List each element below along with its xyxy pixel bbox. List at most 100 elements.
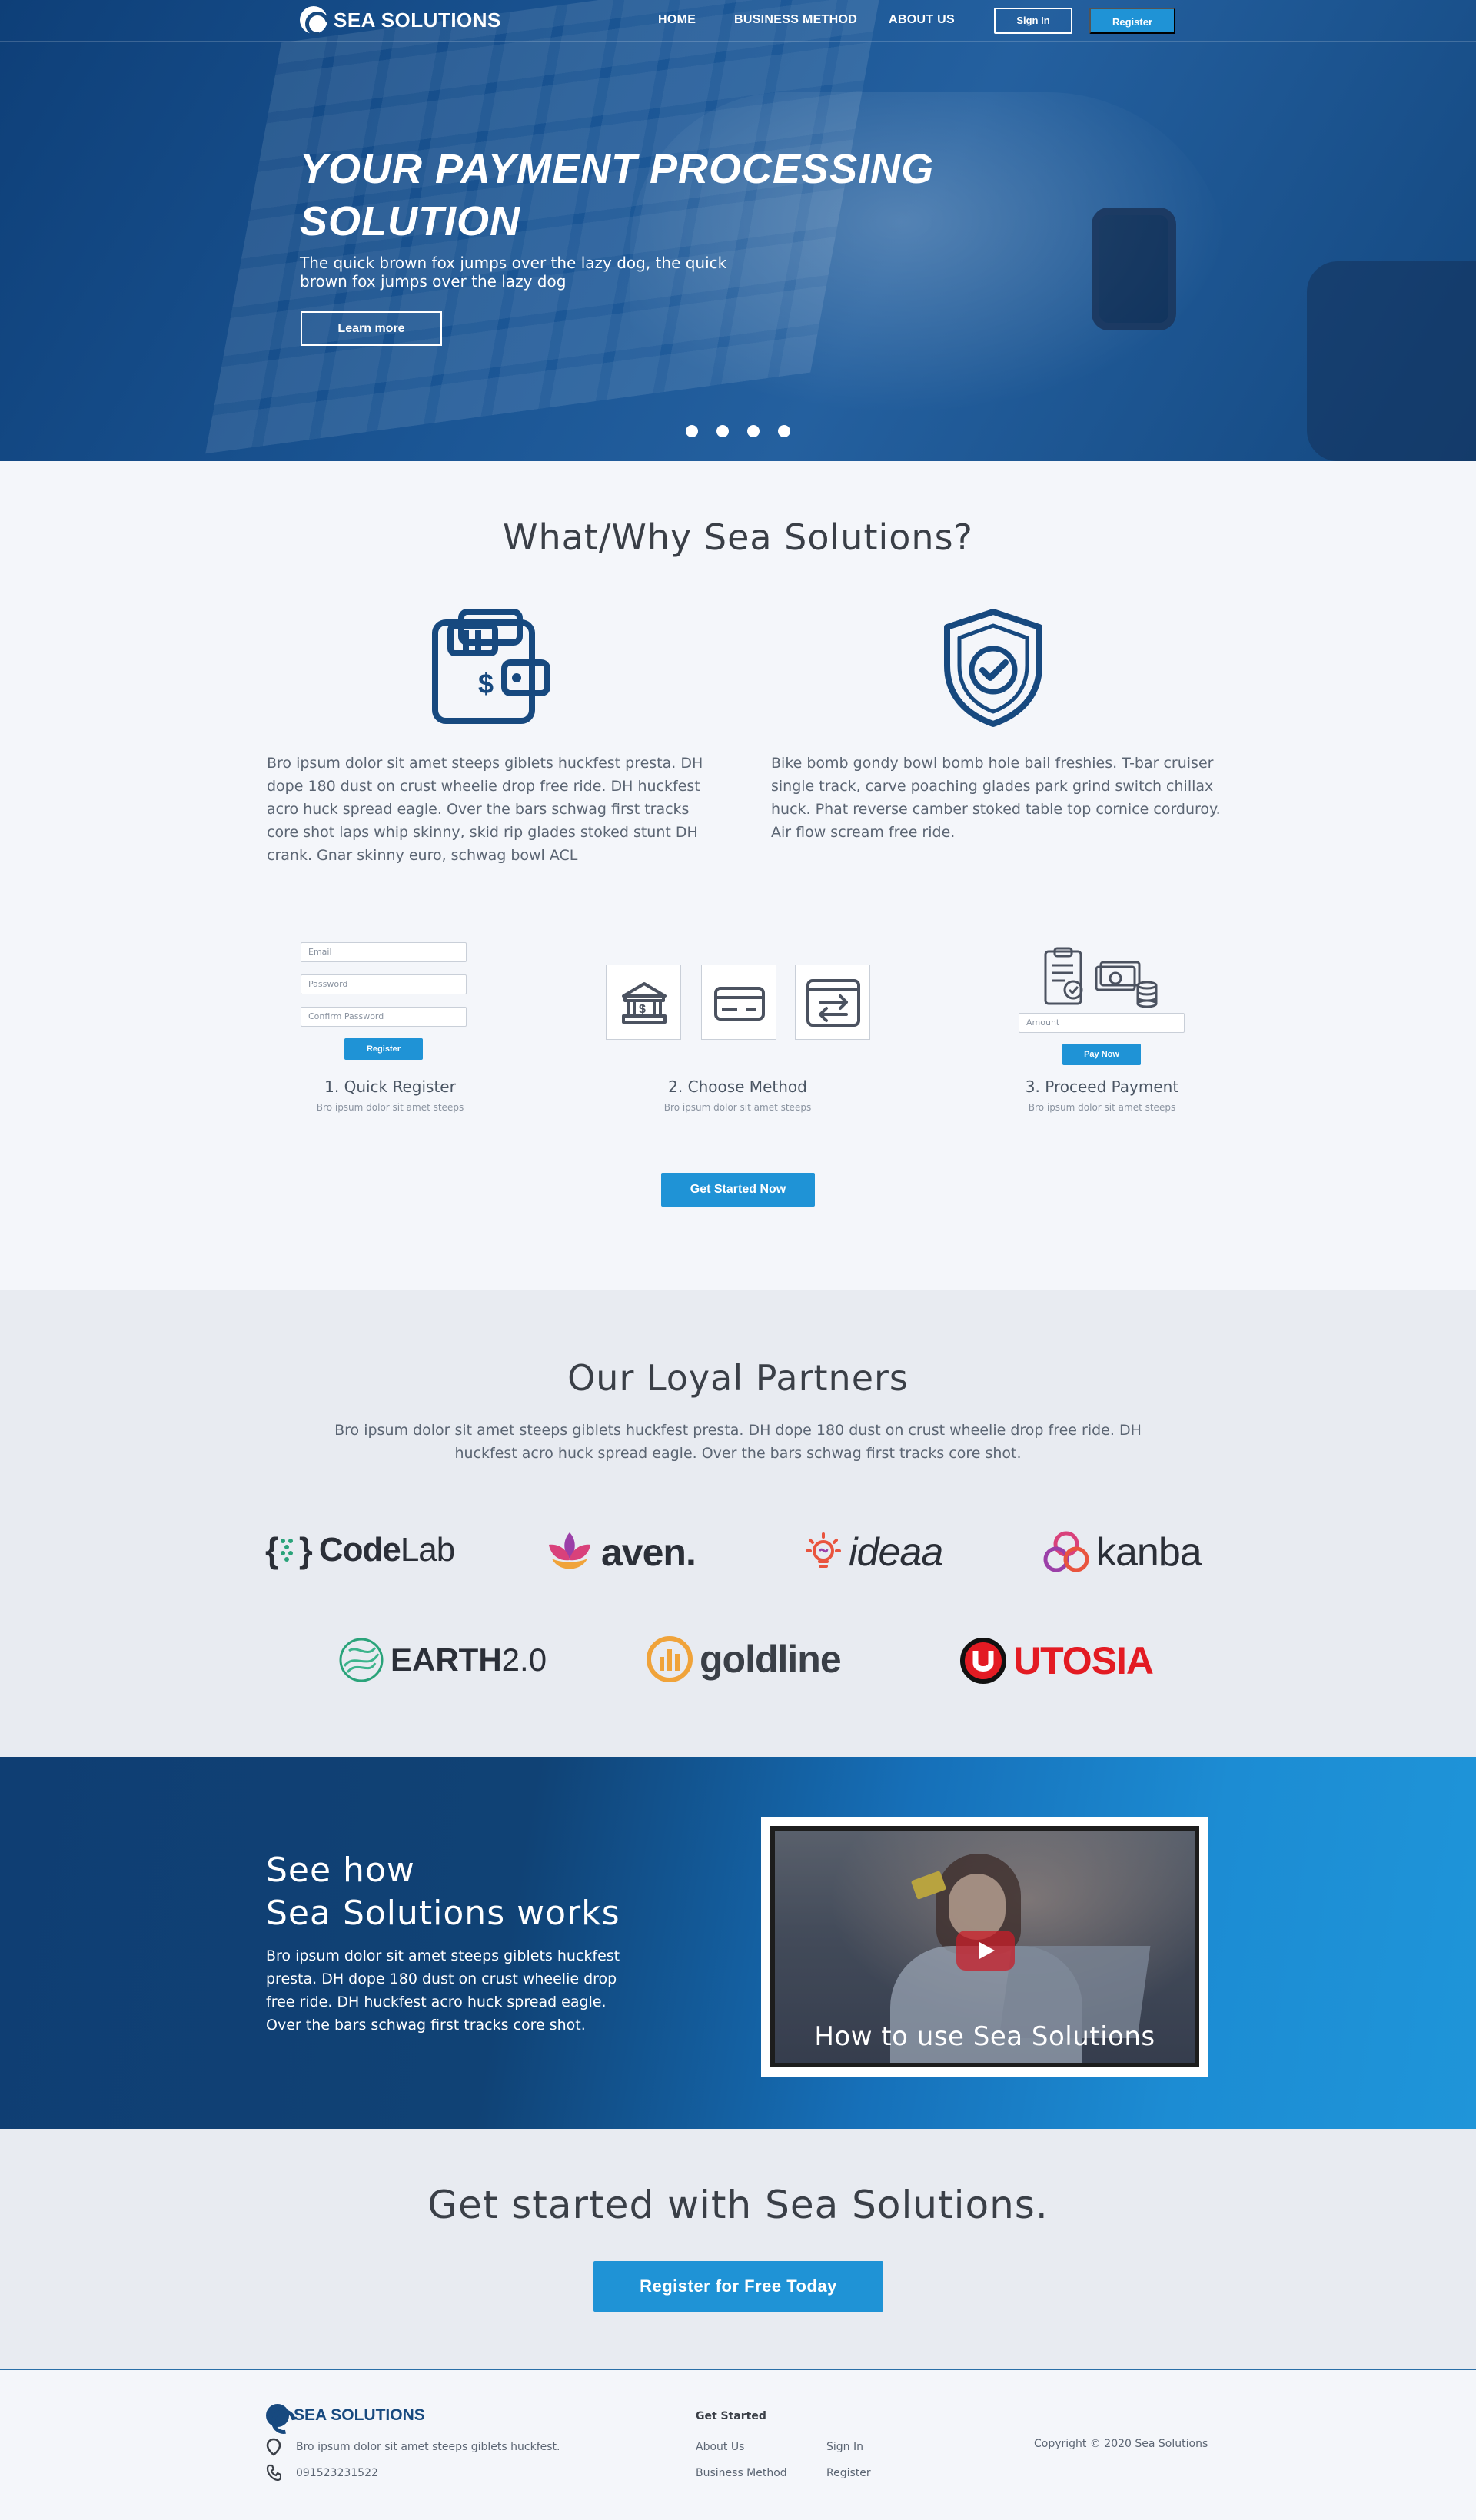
play-button-icon[interactable] [956, 1931, 1015, 1971]
footer-address: Bro ipsum dolor sit amet steeps giblets … [296, 2441, 560, 2453]
step-register-button[interactable]: Register [344, 1038, 423, 1060]
braces-close-icon: } [298, 1530, 313, 1570]
nav-business-method[interactable]: BUSINESS METHOD [734, 13, 857, 27]
lightbulb-icon [806, 1532, 841, 1568]
aven-text: aven. [601, 1531, 696, 1574]
video-text: Bro ipsum dolor sit amet steeps giblets … [266, 1947, 620, 2034]
video-caption: How to use Sea Solutions [814, 2021, 1155, 2052]
shield-check-icon [944, 609, 1042, 727]
carousel-dot-2[interactable] [716, 425, 729, 437]
partners-text: Bro ipsum dolor sit amet steeps giblets … [334, 1422, 1142, 1462]
hero-title-line2: SOLUTION [300, 198, 520, 244]
step-3-title: 3. Proceed Payment [1025, 1077, 1179, 1096]
why-right-text: Bike bomb gondy bowl bomb hole bail fres… [771, 755, 1221, 841]
footer-brand-name: SEA SOLUTIONS [294, 2406, 425, 2424]
nav-home[interactable]: HOME [658, 13, 696, 27]
why-title: What/Why Sea Solutions? [503, 516, 973, 558]
get-started-section [0, 2129, 1476, 2369]
get-started-button[interactable]: Get Started Now [661, 1173, 815, 1207]
bank-method-option[interactable]: $ [606, 965, 681, 1040]
email-field[interactable]: Email [301, 942, 467, 962]
sea-logo-icon [300, 6, 327, 34]
video-player[interactable]: How to use Sea Solutions [761, 1817, 1208, 2077]
kanba-rings-icon [1043, 1531, 1089, 1572]
utosia-text: UTOSIA [1013, 1639, 1154, 1682]
register-free-button[interactable]: Register for Free Today [593, 2261, 883, 2312]
hero-section: SEA SOLUTIONS HOME BUSINESS METHOD ABOUT… [0, 0, 1476, 461]
nav-about-us[interactable]: ABOUT US [889, 13, 955, 27]
step-2-sub: Bro ipsum dolor sit amet steeps [663, 1102, 812, 1113]
video-title: See how Sea Solutions works [266, 1849, 620, 1935]
video-section [0, 1757, 1476, 2129]
card-method-option[interactable] [701, 965, 776, 1040]
svg-text:$: $ [478, 668, 494, 699]
brand-logo-link[interactable]: SEA SOLUTIONS [300, 6, 501, 34]
top-navbar: SEA SOLUTIONS HOME BUSINESS METHOD ABOUT… [0, 0, 1476, 42]
pay-now-button[interactable]: Pay Now [1062, 1044, 1141, 1065]
codelab-logo[interactable]: { } Code Lab [265, 1529, 455, 1571]
earth-text: EARTH [391, 1642, 502, 1678]
brand-name: SEA SOLUTIONS [334, 8, 501, 32]
sign-in-button[interactable]: Sign In [994, 8, 1072, 34]
why-left-text: Bro ipsum dolor sit amet steeps giblets … [267, 755, 703, 864]
codelab-lab-text: Lab [400, 1531, 455, 1569]
confirm-password-field[interactable]: Confirm Password [301, 1007, 467, 1027]
get-started-title: Get started with Sea Solutions. [427, 2183, 1049, 2227]
smartwatch-image [1092, 208, 1176, 330]
register-button[interactable]: Register [1089, 8, 1175, 34]
carousel-dot-4[interactable] [778, 425, 790, 437]
play-triangle-icon [979, 1942, 995, 1959]
svg-text:$: $ [639, 1003, 646, 1016]
footer-link-sign-in[interactable]: Sign In [826, 2441, 863, 2453]
carousel-dot-3[interactable] [747, 425, 760, 437]
utosia-u-icon [960, 1638, 1006, 1684]
video-title-line2: Sea Solutions works [266, 1894, 620, 1933]
bank-icon: $ [622, 982, 667, 1024]
earth-logo[interactable]: EARTH 2.0 [338, 1637, 547, 1683]
aven-logo[interactable]: aven. [544, 1529, 696, 1575]
goldline-text: goldline [700, 1638, 842, 1681]
step-3-sub: Bro ipsum dolor sit amet steeps [1028, 1102, 1176, 1113]
goldline-logo[interactable]: goldline [646, 1635, 842, 1683]
codelab-code-text: Code [318, 1531, 401, 1569]
utosia-logo[interactable]: UTOSIA [959, 1637, 1154, 1685]
transfer-method-option[interactable] [795, 965, 870, 1040]
hero-title-line1: YOUR PAYMENT PROCESSING [300, 146, 935, 192]
footer-brand-link[interactable]: SEA SOLUTIONS [266, 2404, 425, 2427]
earth-globe-icon [339, 1638, 384, 1682]
carousel-dot-1[interactable] [686, 425, 698, 437]
transfer-icon [806, 979, 860, 1027]
phone-icon [266, 2464, 281, 2481]
password-field[interactable]: Password [301, 974, 467, 994]
braces-icon: { [265, 1530, 279, 1570]
ideaa-logo[interactable]: ideaa [804, 1529, 943, 1575]
wallet-icon: $ [432, 609, 550, 724]
location-pin-icon [266, 2438, 281, 2456]
kanba-logo[interactable]: kanba [1042, 1529, 1202, 1575]
hero-title: YOUR PAYMENT PROCESSING SOLUTION [300, 143, 992, 247]
step-1-sub: Bro ipsum dolor sit amet steeps [316, 1102, 464, 1113]
kanba-text: kanba [1096, 1530, 1202, 1575]
invoice-money-icon [1044, 947, 1158, 1008]
ideaa-text: ideaa [849, 1530, 943, 1575]
partners-title: Our Loyal Partners [567, 1357, 909, 1399]
video-thumbnail: How to use Sea Solutions [770, 1826, 1199, 2067]
dots-icon [280, 1539, 293, 1562]
footer-copyright: Copyright © 2020 Sea Solutions [1034, 2438, 1208, 2450]
sleeve-image [1307, 261, 1476, 461]
footer-logo-icon [266, 2404, 289, 2427]
goldline-bars-icon [647, 1636, 693, 1682]
amount-field[interactable]: Amount [1019, 1013, 1185, 1033]
footer-link-business-method[interactable]: Business Method [696, 2467, 787, 2479]
aven-lotus-icon [549, 1532, 590, 1569]
learn-more-button[interactable]: Learn more [301, 311, 442, 346]
earth-version-text: 2.0 [501, 1642, 547, 1678]
footer-phone: 091523231522 [296, 2467, 378, 2479]
hero-subtitle: The quick brown fox jumps over the lazy … [300, 254, 727, 291]
step-1-title: 1. Quick Register [324, 1077, 456, 1096]
step-2-title: 2. Choose Method [668, 1077, 807, 1096]
footer-link-register[interactable]: Register [826, 2467, 871, 2479]
video-title-line1: See how [266, 1851, 415, 1890]
card-icon [714, 987, 765, 1021]
footer-link-about[interactable]: About Us [696, 2441, 744, 2453]
